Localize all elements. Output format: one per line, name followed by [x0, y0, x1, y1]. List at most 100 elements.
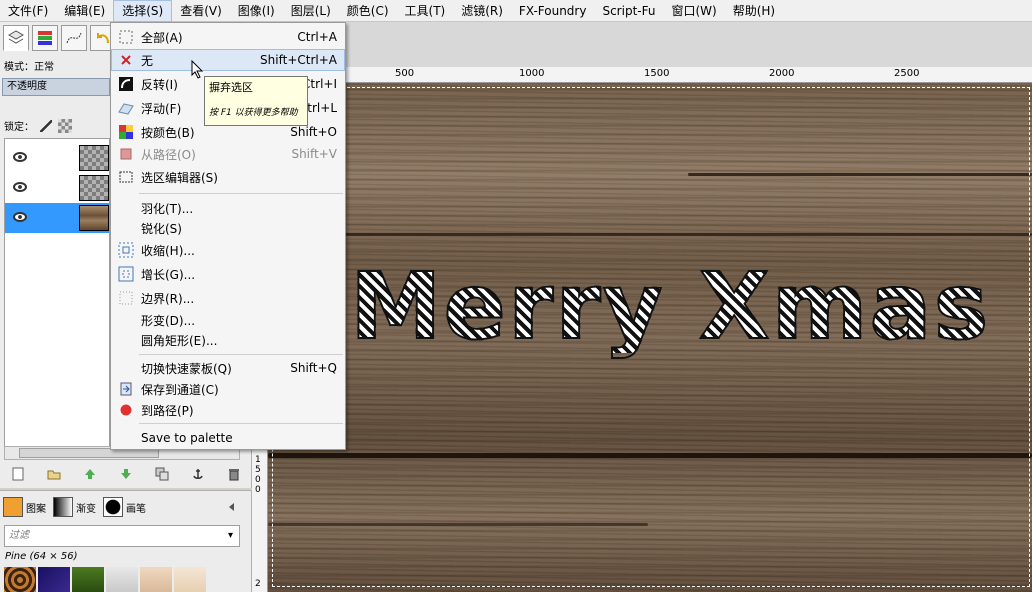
menu-item-label: 圆角矩形(E)...	[141, 333, 218, 348]
menu-item-selection-editor[interactable]: 选区编辑器(S)	[111, 166, 345, 188]
pattern-name: Pine (64 × 56)	[5, 551, 78, 562]
menu-item-rounded-rectangle[interactable]: 圆角矩形(E)...	[111, 329, 345, 351]
menu-item-label: 反转(I)	[141, 77, 178, 92]
to-path-icon	[119, 403, 133, 417]
menu-item-shortcut: Shift+V	[291, 147, 337, 161]
pattern-swatch[interactable]	[208, 567, 240, 592]
mode-label: 模式：正常	[4, 62, 54, 73]
grow-icon	[118, 266, 134, 282]
menu-item-label: 增长(G)...	[141, 267, 196, 282]
dock-menu-icon[interactable]	[226, 501, 238, 513]
menu-select[interactable]: 选择(S)	[113, 0, 173, 22]
eye-icon[interactable]	[13, 182, 27, 192]
menu-item-from-path[interactable]: 从路径(O) Shift+V	[111, 143, 345, 165]
menu-help[interactable]: 帮助(H)	[725, 0, 783, 22]
wood-crack	[268, 523, 648, 526]
menu-script-fu[interactable]: Script-Fu	[594, 0, 663, 22]
menu-windows[interactable]: 窗口(W)	[663, 0, 724, 22]
menu-layer[interactable]: 图层(L)	[283, 0, 339, 22]
ruler-tick: 2500	[894, 68, 920, 79]
menu-item-feather[interactable]: 羽化(T)...	[111, 197, 345, 219]
layer-row[interactable]	[5, 143, 109, 173]
pattern-swatch[interactable]	[72, 567, 104, 592]
save-to-channel-icon	[120, 382, 132, 396]
tab-brushes[interactable]: 画笔	[103, 496, 146, 518]
tab-channels[interactable]	[32, 25, 58, 51]
menu-item-select-all[interactable]: 全部(A) Ctrl+A	[111, 26, 345, 48]
ruler-tick: 1000	[519, 68, 545, 79]
menu-image[interactable]: 图像(I)	[230, 0, 283, 22]
from-path-icon	[120, 148, 132, 160]
anchor-icon[interactable]	[191, 467, 205, 481]
menu-item-distort[interactable]: 形变(D)...	[111, 309, 345, 331]
folder-icon[interactable]	[47, 467, 61, 481]
lower-layer-icon[interactable]	[119, 467, 133, 481]
layer-thumbnail	[79, 205, 109, 231]
pattern-grid	[4, 567, 240, 592]
menu-item-save-to-channel[interactable]: 保存到通道(C)	[111, 378, 345, 400]
shrink-icon	[118, 242, 134, 258]
close-icon	[121, 55, 131, 65]
lock-alpha-icon[interactable]	[58, 118, 72, 133]
menu-item-shrink[interactable]: 收缩(H)...	[111, 239, 345, 261]
menu-item-label: 选区编辑器(S)	[141, 170, 218, 185]
menu-fx-foundry[interactable]: FX-Foundry	[511, 0, 595, 22]
menu-item-shortcut: Shift+Ctrl+A	[260, 53, 337, 67]
menu-item-to-path[interactable]: 到路径(P)	[111, 399, 345, 421]
menu-filters[interactable]: 滤镜(R)	[453, 0, 511, 22]
pattern-filter-input[interactable]: 过滤 ▾	[4, 525, 240, 547]
layer-row[interactable]	[5, 173, 109, 203]
pattern-swatch[interactable]	[174, 567, 206, 592]
opacity-slider[interactable]: 不透明度	[2, 78, 110, 96]
menu-item-label: 全部(A)	[141, 30, 183, 45]
layer-thumbnail	[79, 145, 109, 171]
tab-paths[interactable]	[61, 25, 87, 51]
menu-item-select-none[interactable]: 无 Shift+Ctrl+A	[111, 49, 345, 71]
menu-separator	[139, 193, 343, 194]
brushes-tab-icon	[103, 497, 123, 517]
paths-icon	[66, 32, 82, 44]
wood-crack	[268, 233, 1032, 236]
chevron-down-icon[interactable]: ▾	[228, 526, 233, 546]
ruler-tick: 2	[255, 579, 261, 589]
duplicate-layer-icon[interactable]	[155, 467, 169, 481]
invert-icon	[119, 77, 133, 91]
pattern-swatch[interactable]	[106, 567, 138, 592]
menu-tools[interactable]: 工具(T)	[397, 0, 454, 22]
new-layer-icon[interactable]	[11, 467, 25, 481]
wood-crack	[268, 453, 1032, 458]
menu-item-label: 无	[141, 53, 154, 68]
ruler-tick: 2000	[769, 68, 795, 79]
menu-item-grow[interactable]: 增长(G)...	[111, 263, 345, 285]
tab-gradients[interactable]: 渐变	[53, 496, 96, 518]
menu-edit[interactable]: 编辑(E)	[56, 0, 113, 22]
pattern-swatch[interactable]	[140, 567, 172, 592]
menu-item-save-to-palette[interactable]: Save to palette	[111, 427, 345, 449]
menu-item-sharpen[interactable]: 锐化(S)	[111, 217, 345, 239]
raise-layer-icon[interactable]	[83, 467, 97, 481]
tab-patterns[interactable]: 图案	[3, 496, 46, 518]
image-canvas[interactable]: Merry Xmas	[268, 83, 1032, 592]
tooltip: 摒弃选区 按 F1 以获得更多帮助	[204, 76, 308, 126]
menu-item-border[interactable]: 边界(R)...	[111, 287, 345, 309]
pattern-swatch[interactable]	[38, 567, 70, 592]
tab-gradients-label: 渐变	[76, 503, 96, 515]
menu-view[interactable]: 查看(V)	[172, 0, 230, 22]
menu-item-label: 按颜色(B)	[141, 125, 195, 140]
layer-row-selected[interactable]	[5, 203, 109, 233]
eye-icon[interactable]	[13, 212, 27, 222]
ruler-tick: 0	[255, 485, 261, 495]
layers-list	[4, 138, 110, 458]
menu-file[interactable]: 文件(F)	[0, 0, 56, 22]
pattern-swatch[interactable]	[4, 567, 36, 592]
menu-item-label: 从路径(O)	[141, 147, 196, 162]
trash-icon[interactable]	[227, 467, 241, 481]
menubar: 文件(F) 编辑(E) 选择(S) 查看(V) 图像(I) 图层(L) 颜色(C…	[0, 0, 1032, 22]
menu-colors[interactable]: 颜色(C)	[339, 0, 397, 22]
tab-layers[interactable]	[3, 25, 29, 51]
eye-icon[interactable]	[13, 152, 27, 162]
menu-item-label: 切换快速蒙板(Q)	[141, 361, 232, 376]
menu-item-quick-mask[interactable]: 切换快速蒙板(Q) Shift+Q	[111, 357, 345, 379]
patterns-tab-icon	[3, 497, 23, 517]
lock-pixels-icon[interactable]	[40, 119, 52, 132]
